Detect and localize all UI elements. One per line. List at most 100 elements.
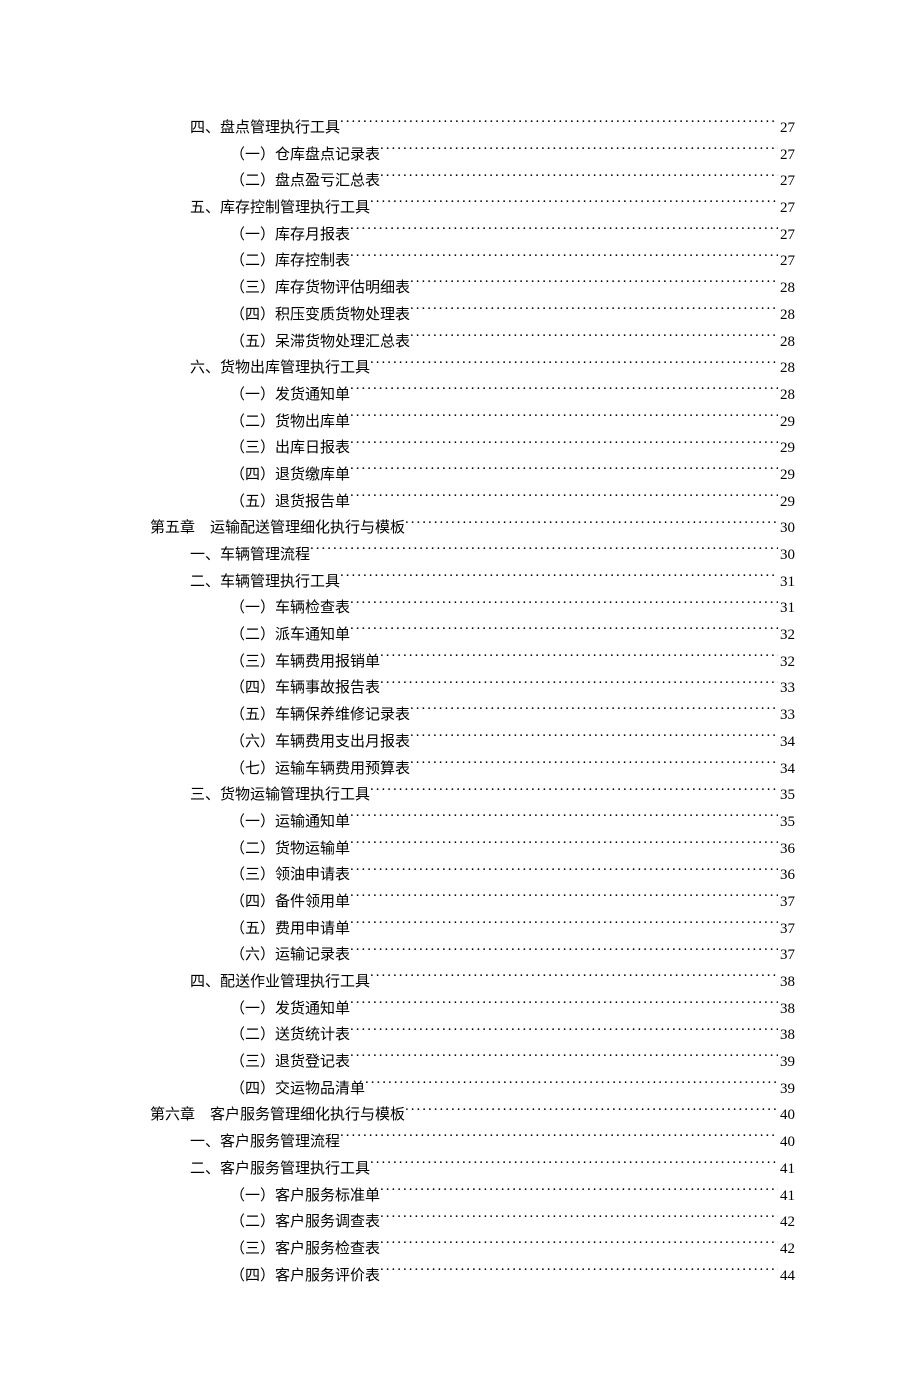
toc-page-number: 35 — [778, 782, 795, 809]
toc-row: （二）派车通知单32 — [150, 622, 795, 649]
toc-row: （二）货物运输单 36 — [150, 836, 795, 863]
toc-leader-dots — [340, 117, 778, 132]
toc-leader-dots — [350, 491, 778, 506]
toc-leader-dots — [370, 1158, 778, 1173]
toc-page-number: 44 — [778, 1263, 795, 1290]
toc-leader-dots — [370, 971, 778, 986]
toc-leader-dots — [350, 437, 778, 452]
toc-page-number: 29 — [778, 409, 795, 436]
toc-row: （三）客户服务检查表42 — [150, 1236, 795, 1263]
toc-entry-label: （一）仓库盘点记录表 — [230, 142, 380, 169]
toc-entry-label: （三）出库日报表 — [230, 435, 350, 462]
toc-row: （一）运输通知单35 — [150, 809, 795, 836]
toc-leader-dots — [310, 544, 778, 559]
toc-entry-label: 运输配送管理细化执行与模板 — [210, 515, 405, 542]
toc-page-number: 38 — [778, 1022, 795, 1049]
toc-page-number: 28 — [778, 275, 795, 302]
toc-leader-dots — [370, 357, 778, 372]
toc-chapter-prefix: 第五章 — [150, 515, 210, 542]
toc-entry-label: 三、货物运输管理执行工具 — [190, 782, 370, 809]
toc-entry-label: 四、配送作业管理执行工具 — [190, 969, 370, 996]
toc-entry-label: 一、车辆管理流程 — [190, 542, 310, 569]
toc-leader-dots — [410, 277, 778, 292]
toc-leader-dots — [410, 704, 778, 719]
toc-entry-label: （六）运输记录表 — [230, 942, 350, 969]
toc-entry-label: （二）客户服务调查表 — [230, 1209, 380, 1236]
toc-entry-label: （一）发货通知单 — [230, 996, 350, 1023]
toc-row: （三）库存货物评估明细表28 — [150, 275, 795, 302]
toc-entry-label: （一）车辆检查表 — [230, 595, 350, 622]
toc-row: （三）领油申请表36 — [150, 862, 795, 889]
toc-page-number: 27 — [778, 168, 795, 195]
toc-page-number: 38 — [778, 969, 795, 996]
toc-row: （一）库存月报表27 — [150, 222, 795, 249]
toc-entry-label: （二）货物出库单 — [230, 409, 350, 436]
toc-page-number: 36 — [778, 836, 795, 863]
toc-entry-label: （三）退货登记表 — [230, 1049, 350, 1076]
toc-page-number: 28 — [778, 355, 795, 382]
toc-entry-label: 六、货物出库管理执行工具 — [190, 355, 370, 382]
toc-row: （三）退货登记表 39 — [150, 1049, 795, 1076]
toc-entry-label: （二）盘点盈亏汇总表 — [230, 168, 380, 195]
toc-leader-dots — [380, 1238, 778, 1253]
toc-leader-dots — [370, 784, 778, 799]
toc-row: （四）客户服务评价表44 — [150, 1263, 795, 1290]
toc-leader-dots — [410, 331, 778, 346]
toc-row: （二）库存控制表 27 — [150, 248, 795, 275]
toc-entry-label: （五）费用申请单 — [230, 916, 350, 943]
toc-leader-dots — [380, 144, 778, 159]
toc-row: 六、货物出库管理执行工具 28 — [150, 355, 795, 382]
toc-page-number: 34 — [778, 756, 795, 783]
toc-row: （四）车辆事故报告表33 — [150, 675, 795, 702]
toc-leader-dots — [380, 1211, 778, 1226]
toc-row: （五）退货报告单29 — [150, 489, 795, 516]
toc-entry-label: （二）库存控制表 — [230, 248, 350, 275]
toc-page-number: 33 — [778, 702, 795, 729]
toc-row: （五）呆滞货物处理汇总表28 — [150, 329, 795, 356]
toc-page-number: 28 — [778, 382, 795, 409]
toc-page: 四、盘点管理执行工具27（一）仓库盘点记录表27（二）盘点盈亏汇总表27五、库存… — [0, 0, 920, 1389]
toc-leader-dots — [350, 998, 778, 1013]
toc-leader-dots — [350, 1051, 778, 1066]
toc-row: （一）车辆检查表31 — [150, 595, 795, 622]
toc-row: 五、库存控制管理执行工具27 — [150, 195, 795, 222]
toc-row: （三）出库日报表 29 — [150, 435, 795, 462]
toc-entry-label: （六）车辆费用支出月报表 — [230, 729, 410, 756]
toc-row: （二）客户服务调查表42 — [150, 1209, 795, 1236]
toc-leader-dots — [365, 1078, 778, 1093]
toc-entry-label: （四）车辆事故报告表 — [230, 675, 380, 702]
toc-row: 第五章运输配送管理细化执行与模板30 — [150, 515, 795, 542]
toc-leader-dots — [380, 1185, 778, 1200]
toc-page-number: 39 — [778, 1049, 795, 1076]
toc-page-number: 29 — [778, 435, 795, 462]
toc-row: （四）备件领用单37 — [150, 889, 795, 916]
toc-page-number: 40 — [778, 1129, 795, 1156]
toc-leader-dots — [350, 224, 778, 239]
toc-leader-dots — [380, 677, 778, 692]
toc-entry-label: （三）车辆费用报销单 — [230, 649, 380, 676]
toc-row: （四）退货缴库单29 — [150, 462, 795, 489]
toc-entry-label: 五、库存控制管理执行工具 — [190, 195, 370, 222]
toc-page-number: 35 — [778, 809, 795, 836]
toc-entry-label: （一）客户服务标准单 — [230, 1183, 380, 1210]
toc-leader-dots — [350, 811, 778, 826]
toc-row: 第六章客户服务管理细化执行与模板40 — [150, 1102, 795, 1129]
toc-page-number: 37 — [778, 889, 795, 916]
toc-row: （一）发货通知单38 — [150, 996, 795, 1023]
toc-entry-label: （二）货物运输单 — [230, 836, 350, 863]
toc-entry-label: 二、客户服务管理执行工具 — [190, 1156, 370, 1183]
toc-row: （一）发货通知单28 — [150, 382, 795, 409]
toc-entry-label: （五）车辆保养维修记录表 — [230, 702, 410, 729]
toc-leader-dots — [350, 918, 778, 933]
toc-page-number: 40 — [778, 1102, 795, 1129]
toc-leader-dots — [380, 651, 778, 666]
toc-row: （六）运输记录表37 — [150, 942, 795, 969]
toc-row: 一、车辆管理流程30 — [150, 542, 795, 569]
toc-leader-dots — [350, 250, 778, 265]
toc-entry-label: （四）退货缴库单 — [230, 462, 350, 489]
toc-entry-label: （二）送货统计表 — [230, 1022, 350, 1049]
toc-leader-dots — [350, 1024, 778, 1039]
toc-leader-dots — [350, 624, 778, 639]
toc-page-number: 27 — [778, 248, 795, 275]
toc-entry-label: 二、车辆管理执行工具 — [190, 569, 340, 596]
